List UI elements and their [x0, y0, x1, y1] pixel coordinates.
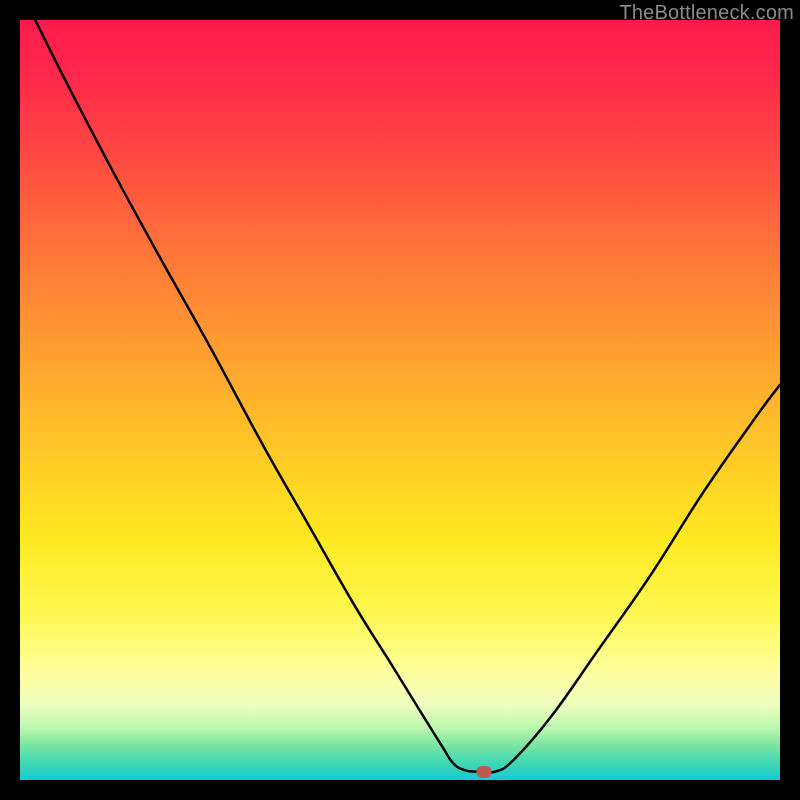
chart-container: TheBottleneck.com [0, 0, 800, 800]
minimum-marker [476, 766, 491, 778]
plot-area [20, 20, 780, 780]
bottleneck-curve [20, 20, 780, 780]
